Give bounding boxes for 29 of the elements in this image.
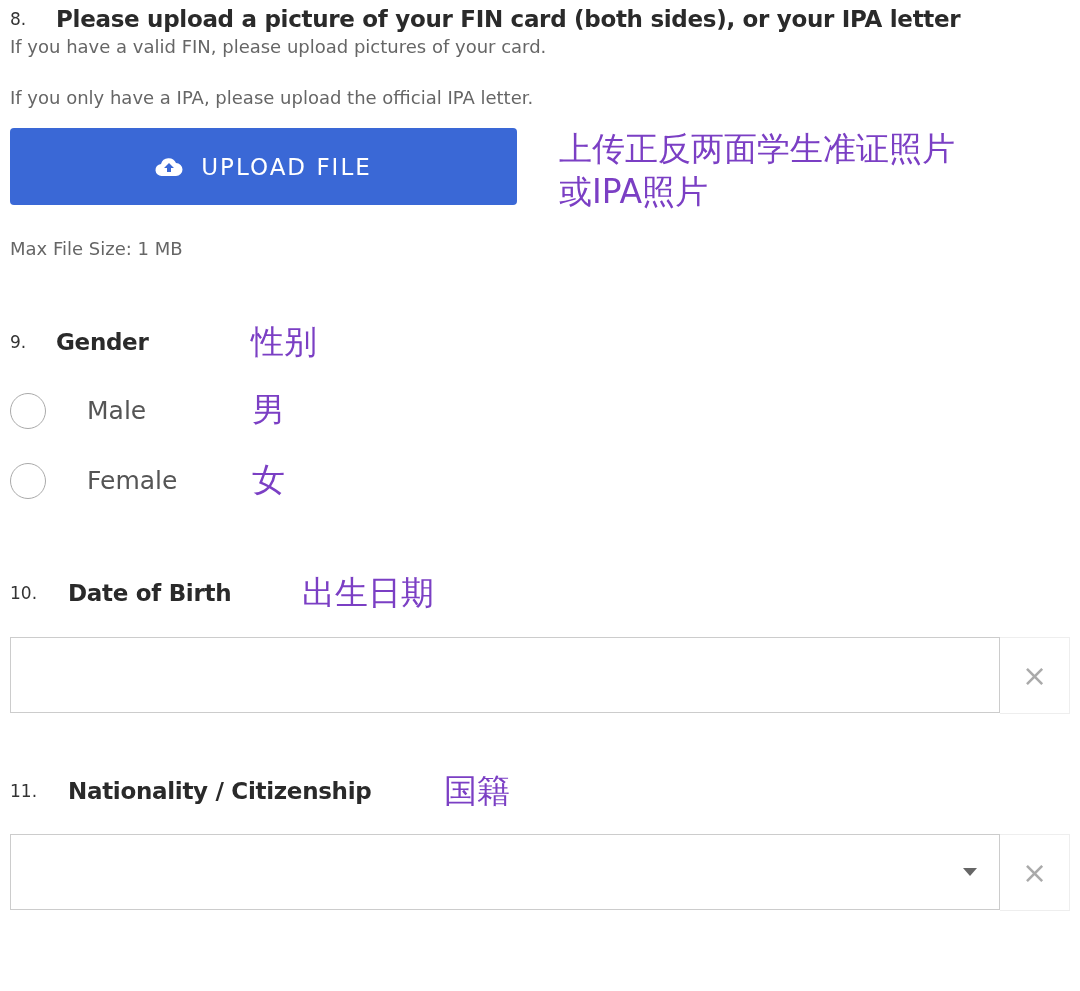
annotation: 女	[252, 459, 285, 502]
question-number: 8.	[10, 9, 28, 29]
annotation: 上传正反两面学生准证照片	[559, 128, 955, 170]
question-number: 10.	[10, 583, 39, 604]
annotation: 男	[252, 389, 285, 432]
option-label: Male	[87, 396, 148, 426]
radio-button[interactable]	[10, 392, 46, 429]
caret-icon	[963, 868, 977, 877]
option-label: Female	[87, 466, 179, 496]
clear-button[interactable]: ×	[1000, 834, 1070, 912]
annotation: 国籍	[444, 769, 510, 812]
clear-button[interactable]: ×	[1000, 636, 1070, 714]
date-field[interactable]	[10, 636, 1000, 713]
question-label: Nationality / Citizenship	[68, 778, 373, 804]
question-label: Please upload a picture of your FIN card (both sides), or your IPA letter	[56, 6, 962, 32]
annotation: 性别	[251, 320, 317, 363]
upload-button[interactable]: UPLOAD FILE	[10, 128, 517, 205]
file-size-hint: Max File Size: 1 MB	[10, 237, 184, 259]
question-number: 9.	[10, 332, 28, 353]
description: If you have a valid FIN, please upload pictures of your card.	[10, 36, 548, 57]
radio-button[interactable]	[10, 462, 46, 499]
select-field[interactable]	[10, 834, 1000, 911]
annotation: 或IPA照片	[559, 170, 710, 213]
cloud-upload-icon	[155, 156, 184, 177]
question-number: 11.	[10, 781, 39, 801]
question-label: Gender	[56, 329, 150, 356]
description: If you only have a IPA, please upload the official IPA letter.	[10, 87, 535, 108]
question-label: Date of Birth	[68, 580, 233, 607]
annotation: 出生日期	[302, 571, 434, 614]
